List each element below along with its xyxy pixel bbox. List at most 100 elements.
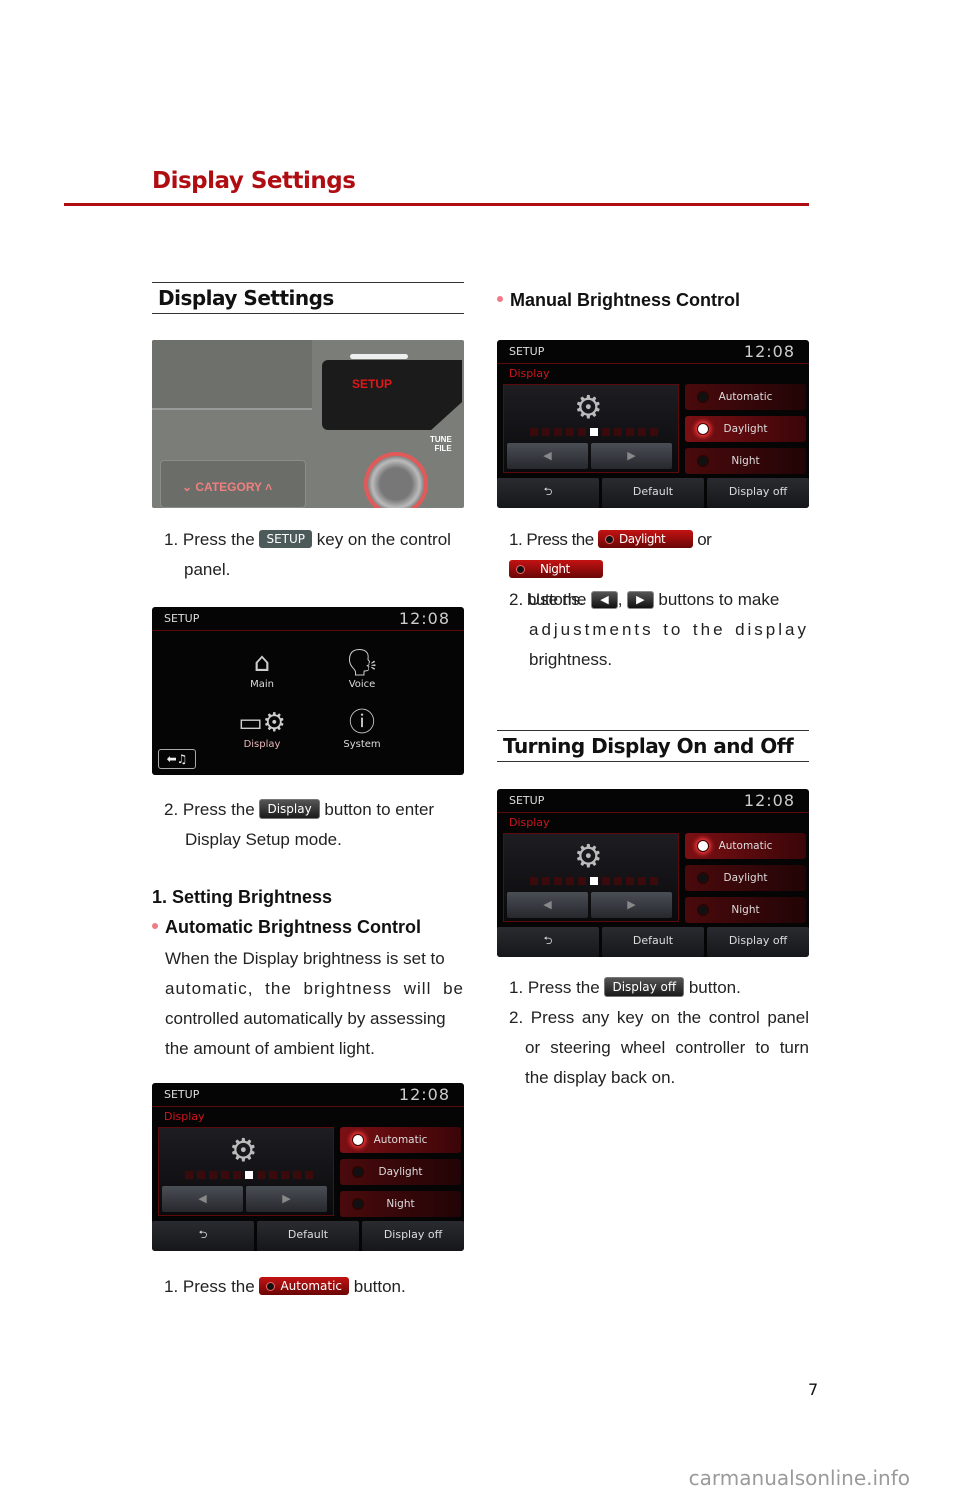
mode-night-button[interactable]: Night	[340, 1191, 461, 1217]
mode-night-button[interactable]: Night	[685, 897, 806, 923]
brightness-panel: ⚙ ◀ ▶	[503, 833, 679, 922]
brightness-step	[542, 877, 550, 885]
back-button[interactable]: ⮌	[497, 478, 599, 508]
brightness-step	[650, 877, 658, 885]
mode-automatic-button[interactable]: Automatic	[685, 833, 806, 859]
menu-voice[interactable]: 🗣 Voice	[322, 647, 402, 690]
default-button[interactable]: Default	[602, 478, 704, 508]
back-music-button[interactable]: ⬅♫	[158, 749, 196, 769]
menu-display[interactable]: ▭⚙ Display	[222, 707, 302, 750]
radio-indicator-icon	[352, 1198, 364, 1210]
brightness-step	[542, 428, 550, 436]
category-key: ⌄ CATEGORY ˄	[182, 480, 273, 494]
brightness-step	[626, 428, 634, 436]
manual-brightness-heading: Manual Brightness Control	[497, 290, 740, 311]
night-button-inline: Night	[509, 560, 603, 578]
setup-key-inline: SETUP	[259, 530, 313, 548]
back-button[interactable]: ⮌	[497, 927, 599, 957]
screen-clock: 12:08	[743, 342, 795, 361]
setup-key-label: SETUP	[352, 377, 393, 391]
brightness-step	[614, 428, 622, 436]
right-arrow-icon: ▶	[627, 898, 636, 911]
brightness-decrease-button[interactable]: ◀	[507, 892, 588, 918]
title-divider	[64, 203, 809, 206]
default-button[interactable]: Default	[602, 927, 704, 957]
left-arrow-icon: ◀	[543, 449, 552, 462]
mode-daylight-button[interactable]: Daylight	[685, 416, 806, 442]
brightness-increase-button[interactable]: ▶	[591, 443, 672, 469]
watermark: carmanualsonline.info	[688, 1466, 910, 1490]
voice-icon: 🗣	[345, 648, 379, 678]
brightness-step	[566, 428, 574, 436]
tune-knob	[364, 452, 428, 508]
brightness-step	[554, 428, 562, 436]
mode-automatic-button[interactable]: Automatic	[340, 1127, 461, 1153]
radio-indicator-icon	[697, 840, 709, 852]
screen-title: SETUP	[164, 1088, 200, 1101]
display-screen-automatic: SETUP 12:08 Display ⚙ ◀ ▶ Automatic Dayli…	[152, 1083, 464, 1251]
menu-system[interactable]: ⓘ System	[322, 707, 402, 750]
right-arrow-inline: ▶	[627, 591, 654, 609]
screen-clock: 12:08	[398, 609, 450, 628]
brightness-step	[293, 1171, 301, 1179]
brightness-step	[650, 428, 658, 436]
brightness-step	[566, 877, 574, 885]
brightness-step	[209, 1171, 217, 1179]
screen-clock: 12:08	[743, 791, 795, 810]
radio-indicator-icon	[697, 391, 709, 403]
setup-menu-screen: SETUP 12:08 ⌂ Main 🗣 Voice ▭⚙ Display ⓘ Syst…	[152, 607, 464, 775]
display-off-button-inline: Display off	[604, 977, 685, 997]
brightness-step	[614, 877, 622, 885]
page-title: Display Settings	[152, 168, 356, 194]
default-button[interactable]: Default	[257, 1221, 359, 1251]
section-title-display-on-off: Turning Display On and Off	[497, 730, 809, 762]
brightness-step	[221, 1171, 229, 1179]
radio-indicator-icon	[352, 1166, 364, 1178]
auto-brightness-text: When the Display brightness is set to au…	[165, 949, 464, 1058]
back-arrow-icon: ⮌	[543, 485, 553, 498]
step-press-display: 2. Press the Display button to enter Dis…	[164, 799, 435, 849]
display-screen-daylight: SETUP 12:08 Display ⚙ ◀ ▶ Automatic Dayli…	[497, 340, 809, 508]
brightness-level-indicator	[530, 428, 658, 436]
brightness-panel: ⚙ ◀ ▶	[503, 384, 679, 473]
brightness-increase-button[interactable]: ▶	[246, 1186, 327, 1212]
display-off-button[interactable]: Display off	[707, 927, 809, 957]
right-arrow-icon: ▶	[627, 449, 636, 462]
display-off-button[interactable]: Display off	[362, 1221, 464, 1251]
brightness-step	[590, 428, 598, 436]
screen-title: SETUP	[164, 612, 200, 625]
brightness-step	[269, 1171, 277, 1179]
brightness-level-indicator	[530, 877, 658, 885]
brightness-step	[245, 1171, 253, 1179]
display-off-button[interactable]: Display off	[707, 478, 809, 508]
gear-icon: ⚙	[574, 388, 603, 426]
step-press-setup: 1. Press the SETUP key on the control pa…	[164, 530, 451, 579]
brightness-decrease-button[interactable]: ◀	[162, 1186, 243, 1212]
back-arrow-icon: ⮌	[198, 1228, 208, 1241]
control-panel-photo: SETUP TUNE FILE ⌄ CATEGORY ˄	[152, 340, 464, 508]
gear-icon: ⚙	[229, 1131, 258, 1169]
radio-indicator-icon	[697, 904, 709, 916]
step-press-display-off: 1. Press the Display off button.	[509, 977, 741, 997]
menu-main[interactable]: ⌂ Main	[222, 647, 302, 690]
brightness-step	[257, 1171, 265, 1179]
brightness-decrease-button[interactable]: ◀	[507, 443, 588, 469]
home-icon: ⌂	[253, 648, 271, 678]
brightness-step	[197, 1171, 205, 1179]
page-number: 7	[808, 1380, 819, 1399]
brightness-step	[590, 877, 598, 885]
mode-daylight-button[interactable]: Daylight	[340, 1159, 461, 1185]
back-button[interactable]: ⮌	[152, 1221, 254, 1251]
setting-brightness-heading: 1. Setting Brightness	[152, 887, 333, 907]
mode-automatic-button[interactable]: Automatic	[685, 384, 806, 410]
step-use-arrows: 2. Use the ◀, ▶ buttons to make adjustme…	[509, 590, 809, 669]
bullet-icon	[497, 296, 503, 302]
brightness-step	[578, 877, 586, 885]
right-arrow-icon: ▶	[282, 1192, 291, 1205]
left-arrow-inline: ◀	[591, 591, 618, 609]
mode-daylight-button[interactable]: Daylight	[685, 865, 806, 891]
section-title-display-settings: Display Settings	[152, 282, 464, 314]
brightness-increase-button[interactable]: ▶	[591, 892, 672, 918]
mode-night-button[interactable]: Night	[685, 448, 806, 474]
display-button-inline: Display	[259, 799, 320, 819]
